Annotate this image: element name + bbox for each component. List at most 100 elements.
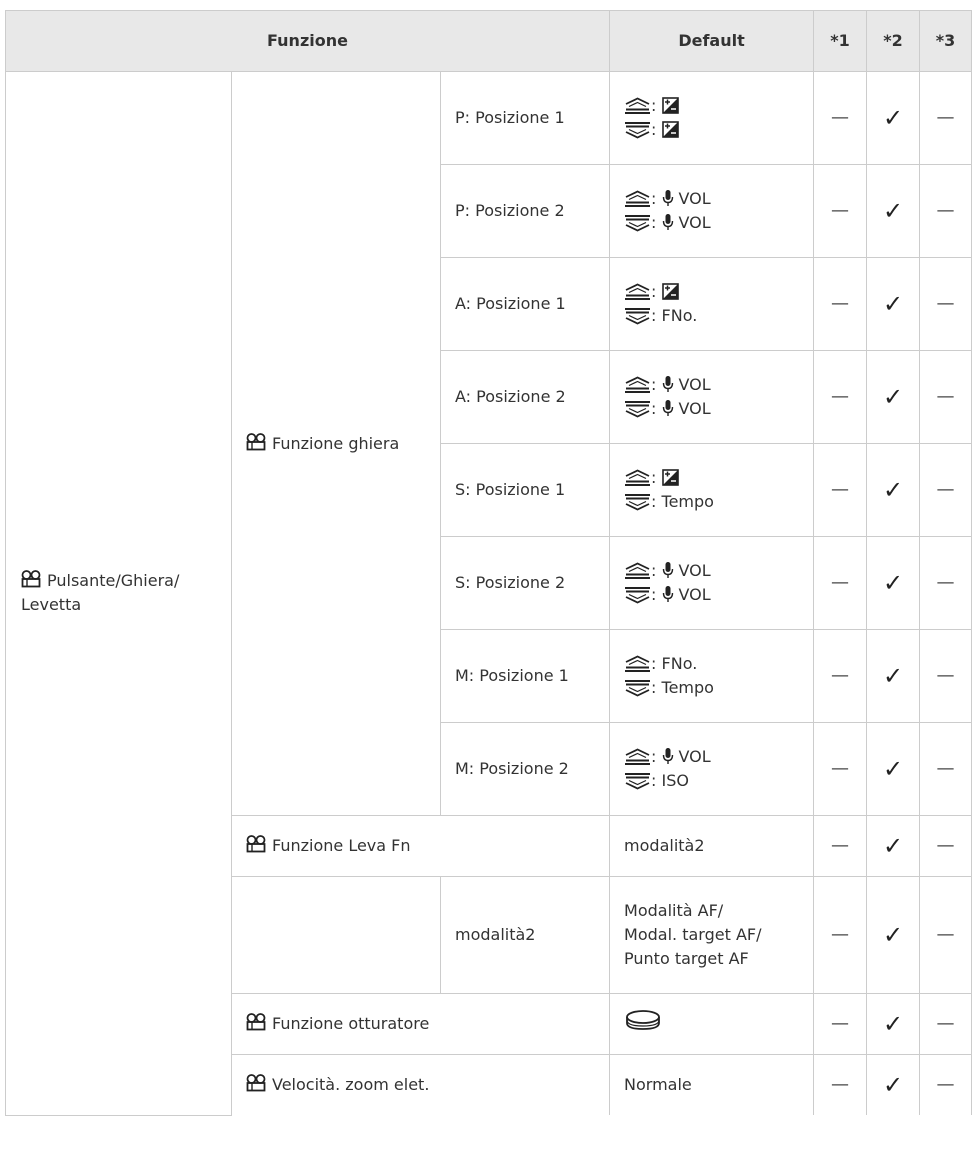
- cell-c3: —: [919, 71, 973, 165]
- group-cell: Pulsante/Ghiera/ Levetta: [5, 71, 232, 1116]
- colon: :: [651, 120, 657, 139]
- cell-c1: —: [813, 722, 868, 816]
- cell-c2: ✓: [866, 1054, 921, 1115]
- default-cell: : : FNo.: [609, 257, 815, 351]
- mode-label: P: Posizione 2: [455, 201, 565, 220]
- check-icon: ✓: [882, 476, 904, 504]
- zoom-label: Velocità. zoom elet.: [272, 1075, 430, 1094]
- shutter-label: Funzione otturatore: [272, 1014, 430, 1033]
- mode-label: P: Posizione 1: [455, 108, 565, 127]
- mode-cell: A: Posizione 2: [439, 350, 611, 444]
- check-icon: ✓: [882, 921, 904, 949]
- cell-c1: —: [813, 164, 868, 258]
- colon: :: [651, 585, 657, 604]
- mode-label: S: Posizione 2: [455, 573, 566, 592]
- microphone-icon: [662, 562, 673, 578]
- front-dial-line: :: [624, 466, 799, 490]
- default-cell: : FNo.: Tempo: [609, 629, 815, 723]
- movie-camera-icon: [21, 570, 41, 588]
- default-cell: Modalità AF/Modal. target AF/Punto targe…: [609, 876, 815, 994]
- dash-mark: —: [831, 758, 850, 779]
- cell-c1: —: [813, 257, 868, 351]
- default-cell: Normale: [609, 1054, 815, 1115]
- default-cell: modalità2: [609, 815, 815, 877]
- colon: :: [651, 468, 657, 487]
- vol-label: VOL: [678, 189, 711, 208]
- cell-c1: —: [813, 71, 868, 165]
- colon: :: [651, 375, 657, 394]
- subgroup-label: Funzione ghiera: [272, 433, 400, 453]
- mode2-cell: modalità2: [439, 876, 611, 994]
- default-cell: : VOL: VOL: [609, 536, 815, 630]
- dash-mark: —: [831, 107, 850, 128]
- dash-mark: —: [936, 924, 955, 945]
- check-icon: ✓: [882, 290, 904, 318]
- dash-mark: —: [936, 479, 955, 500]
- dial-value: FNo.: [661, 654, 698, 673]
- default-cell: : : Tempo: [609, 443, 815, 537]
- dash-mark: —: [831, 386, 850, 407]
- dash-mark: —: [831, 924, 850, 945]
- cell-c2: ✓: [866, 536, 921, 630]
- front-dial-line: : VOL: [624, 373, 799, 397]
- microphone-icon: [662, 748, 673, 764]
- front-dial-icon: [625, 283, 651, 300]
- microphone-icon: [662, 376, 673, 392]
- vol-label: VOL: [678, 375, 711, 394]
- mode-label: A: Posizione 1: [455, 294, 566, 313]
- check-icon: ✓: [882, 662, 904, 690]
- rear-dial-line: : FNo.: [624, 304, 799, 328]
- dash-mark: —: [936, 107, 955, 128]
- mode-cell: S: Posizione 2: [439, 536, 611, 630]
- cell-c3: —: [919, 722, 973, 816]
- colon: :: [651, 561, 657, 580]
- rear-dial-icon: [625, 773, 651, 790]
- mode-label: S: Posizione 1: [455, 480, 566, 499]
- header-c3: *3: [919, 10, 973, 72]
- colon: :: [651, 213, 657, 232]
- rear-dial-line: :: [624, 118, 799, 142]
- dash-mark: —: [936, 386, 955, 407]
- header-row: Funzione Default *1 *2 *3: [4, 10, 973, 72]
- dash-mark: —: [831, 572, 850, 593]
- default-cell: : :: [609, 71, 815, 165]
- front-dial-icon: [625, 190, 651, 207]
- colon: :: [651, 654, 657, 673]
- cell-c3: —: [919, 1054, 973, 1115]
- cell-c1: —: [813, 443, 868, 537]
- zoom-cell: Velocità. zoom elet.: [230, 1054, 611, 1115]
- check-icon: ✓: [882, 104, 904, 132]
- vol-label: VOL: [678, 213, 711, 232]
- mode2-line: Modal. target AF/: [624, 925, 762, 944]
- rear-dial-icon: [625, 308, 651, 325]
- microphone-icon: [662, 400, 673, 416]
- cell-c3: —: [919, 257, 973, 351]
- dash-mark: —: [936, 1013, 955, 1034]
- mode2-label: modalità2: [455, 925, 536, 944]
- rear-dial-line: : VOL: [624, 397, 799, 421]
- cell-c3: —: [919, 993, 973, 1055]
- dash-mark: —: [936, 572, 955, 593]
- cell-c1: —: [813, 536, 868, 630]
- cell-c3: —: [919, 815, 973, 877]
- cell-c2: ✓: [866, 257, 921, 351]
- mode-label: A: Posizione 2: [455, 387, 566, 406]
- default-cell: : VOL: VOL: [609, 350, 815, 444]
- cell-c2: ✓: [866, 993, 921, 1055]
- cell-c2: ✓: [866, 350, 921, 444]
- mode-cell: S: Posizione 1: [439, 443, 611, 537]
- cell-c3: —: [919, 164, 973, 258]
- colon: :: [651, 492, 657, 511]
- cell-c2: ✓: [866, 876, 921, 994]
- cell-c1: —: [813, 350, 868, 444]
- dash-mark: —: [831, 1074, 850, 1095]
- header-default: Default: [609, 10, 815, 72]
- mode-label: M: Posizione 2: [455, 759, 569, 778]
- check-icon: ✓: [882, 832, 904, 860]
- cell-c1: —: [813, 876, 868, 994]
- colon: :: [651, 771, 657, 790]
- fn-lever-label: Funzione Leva Fn: [272, 836, 411, 855]
- rear-dial-icon: [625, 680, 651, 697]
- front-dial-line: : VOL: [624, 745, 799, 769]
- vol-label: VOL: [678, 561, 711, 580]
